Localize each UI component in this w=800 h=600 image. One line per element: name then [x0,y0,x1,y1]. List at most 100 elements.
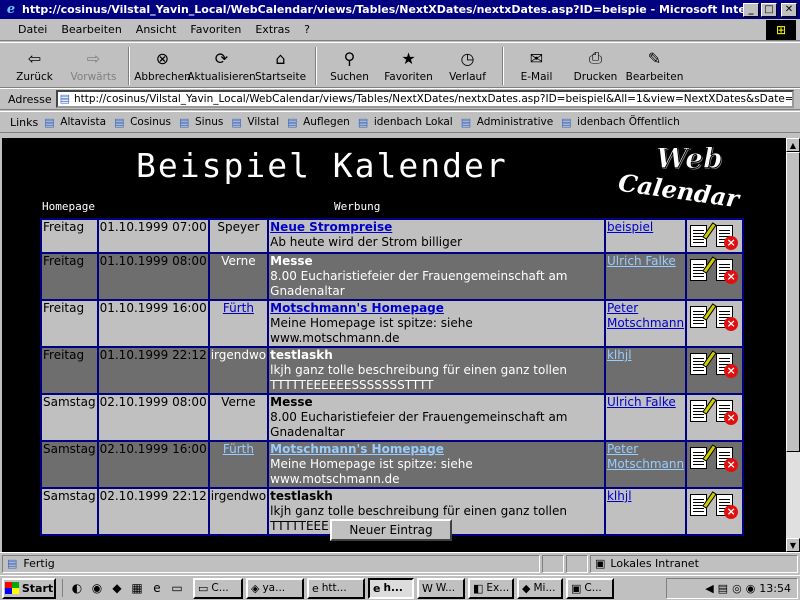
user-link[interactable]: Ulrich Falke [607,395,676,409]
links-item[interactable]: ▤ Cosinus [114,116,171,129]
ie-quick-launch-icon[interactable]: e [147,579,167,597]
place-cell: Verne [207,252,270,301]
taskbar-task-button[interactable]: ◆ Mi... [517,577,563,599]
scroll-up-icon[interactable]: ▲ [786,138,800,152]
toolbar-button-drucken[interactable]: ⎙ Drucken [567,43,624,87]
event-title[interactable]: Neue Strompreise [270,220,603,235]
taskbar-task-button[interactable]: ◈ ya... [246,577,304,599]
edit-entry-icon[interactable] [688,350,717,378]
edit-entry-icon[interactable] [688,222,717,250]
menu-bearbeiten[interactable]: Bearbeiten [61,23,121,36]
menu-ansicht[interactable]: Ansicht [136,23,177,36]
edit-entry-icon[interactable] [688,444,717,472]
links-bar: Links ▤ Altavista ▤ Cosinus ▤ Sinus ▤ Vilstal ▤ A… [0,111,800,133]
edit-entry-icon[interactable] [688,256,717,284]
day-cell: Freitag [40,346,99,395]
edit-entry-icon[interactable] [688,397,717,425]
toolbar-label: Zurück [16,71,53,83]
menu-favoriten[interactable]: Favoriten [190,23,241,36]
edit-entry-icon[interactable] [688,491,717,519]
event-title[interactable]: Motschmann's Homepage [270,442,603,457]
taskbar-task-button[interactable]: ▣ C... [566,577,614,599]
links-item[interactable]: ▤ Auflegen [287,116,350,129]
toolbar-button-zurück[interactable]: ⇦ Zurück [6,43,63,87]
toolbar-button-e-mail[interactable]: ✉ E-Mail [508,43,565,87]
user-link[interactable]: beispiel [607,220,653,234]
user-link[interactable]: Peter Motschmann [607,301,684,330]
user-link[interactable]: Peter Motschmann [607,442,684,471]
network-icon[interactable]: ▤ [718,582,728,595]
delete-entry-icon[interactable]: × [714,303,739,331]
toolbar-button-vorwärts[interactable]: ⇨ Vorwärts [65,43,122,87]
day-cell: Freitag [40,299,99,348]
taskbar-task-button[interactable]: e h... [368,577,414,599]
user-link[interactable]: klhjl [607,489,632,503]
scroll-down-icon[interactable]: ▼ [786,538,800,552]
user-link[interactable]: klhjl [607,348,632,362]
links-item[interactable]: ▤ Sinus [179,116,223,129]
delete-entry-icon[interactable]: × [714,397,739,425]
maximize-button[interactable]: □ [761,2,777,17]
link-page-icon: ▤ [561,115,572,129]
delete-entry-icon[interactable]: × [714,222,739,250]
user-link[interactable]: Ulrich Falke [607,254,676,268]
place[interactable]: Fürth [223,442,254,456]
event-cell: Messe 8.00 Eucharistiefeier der Frauengem… [267,393,606,442]
link-page-icon: ▤ [460,115,472,129]
table-row: Samstag 02.10.1999 08:00 Verne Messe 8.00 Eu… [40,393,744,442]
menu-help[interactable]: ? [304,23,310,36]
toolbar-button-aktualisieren[interactable]: ⟳ Aktualisieren [187,43,255,87]
minimize-button[interactable]: _ [743,2,759,17]
tray-icon[interactable]: ◉ [746,582,756,595]
toolbar-button-favoriten[interactable]: ★ Favoriten [380,43,437,87]
new-entry-button[interactable]: Neuer Eintrag [330,519,452,541]
edit-entry-icon[interactable] [688,303,717,331]
toolbar-button-abbrechen[interactable]: ⊗ Abbrechen [134,43,191,87]
close-button[interactable]: ✕ [781,2,797,17]
quick-launch-icon[interactable]: ◉ [87,579,107,597]
quick-launch-icon[interactable]: ▦ [127,579,147,597]
taskbar-task-button[interactable]: e htt... [307,577,365,599]
delete-entry-icon[interactable]: × [714,256,739,284]
start-button[interactable]: Start [2,577,56,599]
taskbar: Start ◐ ◉ ◆ ▦ e ▭ ▭ C... ◈ ya... e htt... e h..… [0,575,800,600]
actions-cell: × [685,299,744,348]
scroll-thumb[interactable] [786,152,800,452]
links-item[interactable]: ▤ Vilstal [231,116,279,129]
delete-entry-icon[interactable]: × [714,444,739,472]
delete-entry-icon[interactable]: × [714,491,739,519]
toolbar-button-verlauf[interactable]: ◷ Verlauf [439,43,496,87]
delete-entry-icon[interactable]: × [714,350,739,378]
actions-cell: × [685,487,744,536]
page-done-icon: ▤ [7,557,18,570]
links-item[interactable]: ▤ Administrative [461,116,553,129]
links-item[interactable]: ▤ Altavista [44,116,106,129]
menu-datei[interactable]: Datei [18,23,47,36]
taskbar-task-button[interactable]: W W... [417,577,465,599]
address-input[interactable]: ▤ http://cosinus/Vilstal_Yavin_Local/Web… [55,90,794,108]
toolbar-button-startseite[interactable]: ⌂ Startseite [252,43,309,87]
quick-launch-icon[interactable]: ◐ [67,579,87,597]
links-item[interactable]: ▤ idenbach Öffentlich [561,116,680,129]
taskbar-task-button[interactable]: ◧ Ex... [468,577,514,599]
toolbar-button-bearbeiten[interactable]: ✎ Bearbeiten [626,43,684,87]
toolbar-separator [315,47,317,85]
links-item[interactable]: ▤ idenbach Lokal [358,116,453,129]
quick-launch-icon[interactable]: ◆ [107,579,127,597]
taskbar-task-button[interactable]: ▭ C... [193,577,243,599]
speaker-icon[interactable]: ◀ [705,582,713,595]
link-page-icon: ▤ [179,115,190,129]
menu-extras[interactable]: Extras [255,23,290,36]
werbung-link[interactable]: Werbung [334,200,380,213]
event-title[interactable]: Motschmann's Homepage [270,301,603,316]
vertical-scrollbar[interactable]: ▲ ▼ [786,138,800,552]
links-item-label: idenbach Lokal [373,116,453,128]
folder-quick-launch-icon[interactable]: ▭ [167,579,187,597]
tray-icon[interactable]: ◎ [732,582,742,595]
links-label: Links [10,115,39,129]
toolbar-button-suchen[interactable]: ⚲ Suchen [321,43,378,87]
user-link-cell: Ulrich Falke [603,252,688,301]
homepage-link[interactable]: Homepage [42,200,95,213]
favorites-icon: ★ [401,48,416,68]
place[interactable]: Fürth [223,301,254,315]
